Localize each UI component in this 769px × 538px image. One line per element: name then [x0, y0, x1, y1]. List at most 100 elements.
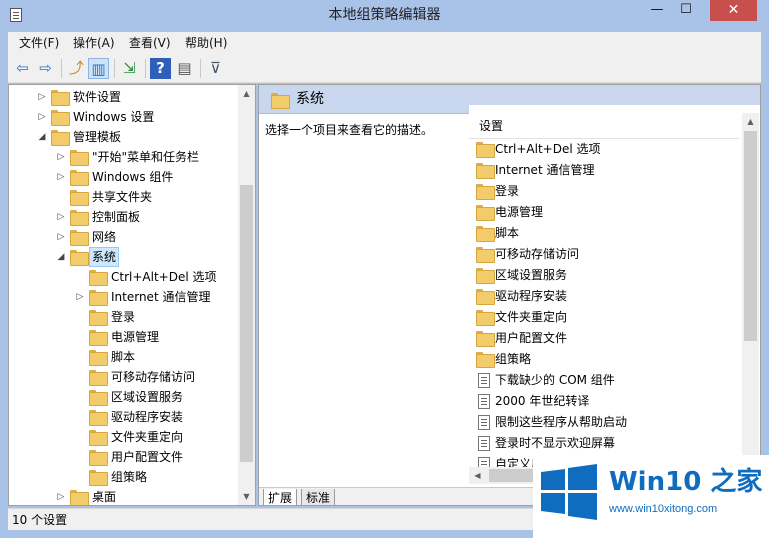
menu-help[interactable]: 帮助(H) — [185, 32, 227, 54]
list-item-folder[interactable]: 脚本 — [469, 223, 739, 244]
list-item-folder[interactable]: Ctrl+Alt+Del 选项 — [469, 139, 739, 160]
folder-icon — [51, 90, 70, 106]
list-item-folder[interactable]: 驱动程序安装 — [469, 286, 739, 307]
tree-item-desktop[interactable]: ▷ 桌面 — [9, 487, 237, 505]
tab-standard[interactable]: 标准 — [301, 489, 336, 505]
expand-arrow-icon[interactable]: ▷ — [36, 107, 48, 127]
scroll-thumb[interactable] — [240, 185, 253, 462]
list-item-folder[interactable]: Internet 通信管理 — [469, 160, 739, 181]
tree-item-driver-install[interactable]: 驱动程序安装 — [9, 407, 237, 427]
scroll-up-arrow[interactable]: ▲ — [742, 113, 759, 130]
tree-scrollbar[interactable]: ▲ ▼ — [238, 85, 255, 505]
tree-item-label: 脚本 — [111, 350, 136, 364]
list-item-folder[interactable]: 组策略 — [469, 349, 739, 370]
collapse-arrow-icon[interactable]: ◢ — [36, 127, 48, 147]
list-item-setting[interactable]: 登录时不显示欢迎屏幕 — [469, 433, 739, 454]
folder-icon — [89, 270, 108, 286]
tree-item-power[interactable]: 电源管理 — [9, 327, 237, 347]
expand-arrow-icon[interactable]: ▷ — [55, 167, 67, 187]
folder-icon — [70, 210, 89, 226]
tree-item-start-menu[interactable]: ▷ "开始"菜单和任务栏 — [9, 147, 237, 167]
tree-item-label: 可移动存储访问 — [111, 370, 196, 384]
expand-arrow-icon[interactable]: ▷ — [36, 87, 48, 107]
menu-file[interactable]: 文件(F) — [19, 32, 59, 54]
expand-arrow-icon[interactable]: ▷ — [55, 147, 67, 167]
close-button[interactable]: ✕ — [710, 0, 757, 21]
menu-action[interactable]: 操作(A) — [73, 32, 115, 54]
tree-pane[interactable]: ▷ 软件设置 ▷ Windows 设置 ◢ 管理模板 ▷ "开始"菜单和任务栏 … — [8, 84, 256, 506]
list-item-label: 下载缺少的 COM 组件 — [495, 373, 615, 387]
expand-arrow-icon[interactable]: ▷ — [55, 227, 67, 247]
export-list-icon[interactable]: ⇲ — [119, 58, 140, 79]
back-arrow-icon[interactable]: ⇦ — [12, 58, 33, 79]
list-item-setting[interactable]: 2000 年世纪转译 — [469, 391, 739, 412]
folder-icon — [89, 450, 108, 466]
list-item-folder[interactable]: 电源管理 — [469, 202, 739, 223]
tree-item-admin-templates[interactable]: ◢ 管理模板 — [9, 127, 237, 147]
scroll-down-arrow[interactable]: ▼ — [238, 488, 255, 505]
tree-item-logon[interactable]: 登录 — [9, 307, 237, 327]
show-hide-tree-icon[interactable]: ▥ — [88, 58, 109, 79]
folder-icon — [89, 290, 108, 306]
tree-item-windows-components[interactable]: ▷ Windows 组件 — [9, 167, 237, 187]
tree-item-locale-services[interactable]: 区域设置服务 — [9, 387, 237, 407]
folder-icon — [70, 170, 89, 186]
list-scrollbar[interactable]: ▲ — [742, 113, 759, 467]
tree-item-software-settings[interactable]: ▷ 软件设置 — [9, 87, 237, 107]
expand-arrow-icon[interactable]: ▷ — [55, 207, 67, 227]
title-bar[interactable]: 本地组策略编辑器 — ☐ ✕ — [0, 0, 769, 30]
folder-icon — [89, 370, 108, 386]
folder-icon — [476, 142, 495, 158]
list-item-label: 可移动存储访问 — [495, 247, 580, 261]
list-item-folder[interactable]: 区域设置服务 — [469, 265, 739, 286]
tree-item-network[interactable]: ▷ 网络 — [9, 227, 237, 247]
expand-arrow-icon[interactable]: ▷ — [74, 287, 86, 307]
tree-item-label: 区域设置服务 — [111, 390, 184, 404]
tree-item-windows-settings[interactable]: ▷ Windows 设置 — [9, 107, 237, 127]
folder-icon — [476, 331, 495, 347]
folder-icon — [476, 268, 495, 284]
help-icon[interactable]: ? — [150, 58, 171, 79]
properties-pane-icon[interactable]: ▤ — [174, 58, 195, 79]
list-item-setting[interactable]: 下载缺少的 COM 组件 — [469, 370, 739, 391]
expand-arrow-icon[interactable]: ▷ — [55, 487, 67, 505]
folder-icon — [70, 230, 89, 246]
list-item-folder[interactable]: 登录 — [469, 181, 739, 202]
folder-icon — [476, 247, 495, 263]
policy-setting-icon — [478, 373, 490, 388]
toolbar-separator — [61, 59, 62, 78]
minimize-button[interactable]: — — [643, 0, 671, 21]
list-item-folder[interactable]: 文件夹重定向 — [469, 307, 739, 328]
tree-item-scripts[interactable]: 脚本 — [9, 347, 237, 367]
tree-item-ctrl-alt-del[interactable]: Ctrl+Alt+Del 选项 — [9, 267, 237, 287]
folder-icon — [476, 289, 495, 305]
tree-item-system[interactable]: ◢ 系统 — [9, 247, 237, 267]
tree-item-removable-storage[interactable]: 可移动存储访问 — [9, 367, 237, 387]
collapse-arrow-icon[interactable]: ◢ — [55, 247, 67, 267]
column-header-settings[interactable]: 设置 — [469, 113, 739, 139]
tree-item-user-profiles[interactable]: 用户配置文件 — [9, 447, 237, 467]
tree-item-label: 文件夹重定向 — [111, 430, 184, 444]
filter-icon[interactable]: ⊽ — [205, 58, 226, 79]
scroll-up-arrow[interactable]: ▲ — [238, 85, 255, 102]
tree-item-internet-comm[interactable]: ▷ Internet 通信管理 — [9, 287, 237, 307]
maximize-button[interactable]: ☐ — [672, 0, 700, 21]
tree-item-label: 驱动程序安装 — [111, 410, 184, 424]
scroll-left-arrow[interactable]: ◀ — [469, 467, 486, 484]
list-item-folder[interactable]: 可移动存储访问 — [469, 244, 739, 265]
scroll-thumb[interactable] — [744, 131, 757, 341]
settings-list[interactable]: 设置 Ctrl+Alt+Del 选项 Internet 通信管理 登录 电源管理… — [469, 105, 760, 487]
toolbar: ⇦ ⇨ ⤴ ▥ ⇲ ? ▤ ⊽ — [8, 54, 761, 83]
tree-item-group-policy[interactable]: 组策略 — [9, 467, 237, 487]
tree-item-folder-redirection[interactable]: 文件夹重定向 — [9, 427, 237, 447]
tree-item-label: 用户配置文件 — [111, 450, 184, 464]
tree-item-shared-folders[interactable]: 共享文件夹 — [9, 187, 237, 207]
tree-item-control-panel[interactable]: ▷ 控制面板 — [9, 207, 237, 227]
up-folder-icon[interactable]: ⤴ — [66, 58, 87, 79]
folder-icon — [89, 430, 108, 446]
tab-extended[interactable]: 扩展 — [263, 489, 298, 505]
list-item-setting[interactable]: 限制这些程序从帮助启动 — [469, 412, 739, 433]
menu-view[interactable]: 查看(V) — [129, 32, 171, 54]
list-item-folder[interactable]: 用户配置文件 — [469, 328, 739, 349]
forward-arrow-icon[interactable]: ⇨ — [35, 58, 56, 79]
